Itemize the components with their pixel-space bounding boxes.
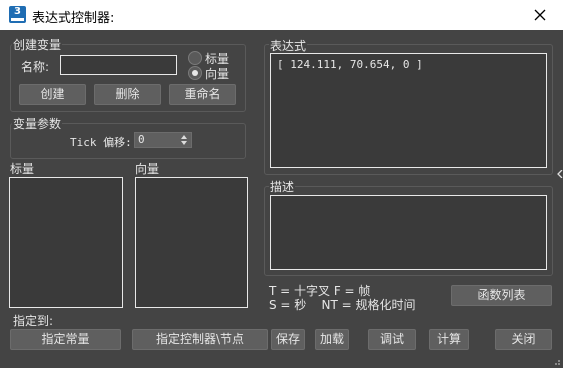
variable-name-input[interactable] — [60, 55, 177, 75]
assign-controller-button[interactable]: 指定控制器\节点 — [132, 329, 268, 350]
scalars-list-label: 标量 — [10, 162, 35, 176]
debug-button[interactable]: 调试 — [368, 329, 416, 350]
name-label: 名称: — [21, 60, 50, 74]
tick-offset-value[interactable]: 0 — [138, 133, 145, 146]
splitter-handle-icon[interactable] — [557, 170, 563, 178]
app-icon-label: 3 — [14, 6, 21, 17]
rename-button[interactable]: 重命名 — [169, 84, 236, 105]
vectors-list[interactable] — [135, 177, 248, 308]
title-bar: 3 表达式控制器: — [0, 0, 563, 30]
vectors-list-label: 向量 — [135, 162, 160, 176]
expression-label: 表达式 — [269, 37, 308, 54]
variable-params-label: 变量参数 — [12, 115, 63, 132]
app-icon-stripe — [11, 18, 24, 21]
tick-offset-spinner[interactable]: 0 — [134, 132, 192, 148]
create-variable-label: 创建变量 — [12, 36, 63, 53]
delete-button[interactable]: 删除 — [94, 84, 161, 105]
save-button[interactable]: 保存 — [271, 329, 305, 350]
vector-radio-label[interactable]: 向量 — [205, 65, 229, 82]
assign-constant-button[interactable]: 指定常量 — [10, 329, 121, 350]
function-list-button[interactable]: 函数列表 — [451, 285, 552, 306]
app-icon: 3 — [9, 6, 26, 23]
evaluate-button[interactable]: 计算 — [429, 329, 469, 350]
description-label: 描述 — [269, 178, 296, 195]
legend-line-2: S = 秒 NT = 规格化时间 — [269, 298, 416, 312]
close-button[interactable]: 关闭 — [495, 329, 552, 350]
scalar-radio[interactable] — [188, 51, 202, 65]
create-button[interactable]: 创建 — [19, 84, 86, 105]
vector-radio[interactable] — [188, 66, 202, 80]
load-button[interactable]: 加载 — [315, 329, 349, 350]
close-icon — [534, 9, 546, 21]
scalars-list[interactable] — [9, 177, 123, 308]
assign-to-label: 指定到: — [13, 314, 54, 328]
expression-textarea[interactable]: [ 124.111, 70.654, 0 ] — [270, 53, 547, 168]
resize-grip-icon[interactable] — [551, 356, 561, 366]
tick-offset-label: Tick 偏移: — [70, 136, 132, 149]
window-title: 表达式控制器: — [32, 11, 115, 26]
spinner-arrows-icon[interactable] — [180, 134, 188, 146]
description-textarea[interactable] — [270, 195, 547, 270]
window-close-button[interactable] — [517, 0, 563, 30]
expression-text[interactable]: [ 124.111, 70.654, 0 ] — [277, 58, 423, 71]
